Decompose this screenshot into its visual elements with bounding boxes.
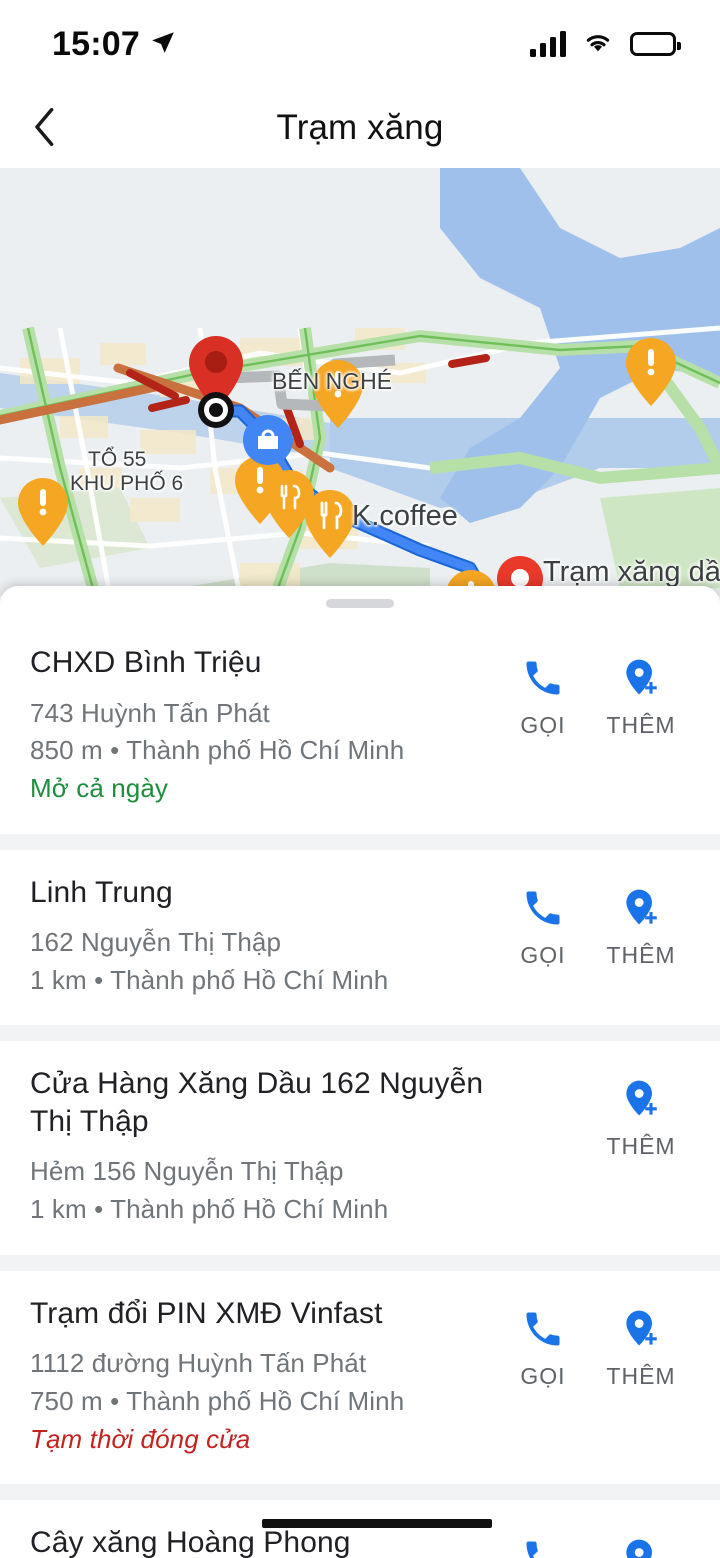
row-separator: [0, 833, 720, 850]
place-distance-city: 1 km • Thành phố Hồ Chí Minh: [30, 1194, 389, 1225]
place-info: Cửa Hàng Xăng Dầu 162 Nguyễn Thị Thập Hẻm…: [30, 1063, 494, 1228]
place-status-main: Mở cả ngày: [30, 772, 168, 803]
place-info: Linh Trung 162 Nguyễn Thị Thập 1 km • Thàn…: [30, 872, 494, 1000]
phone-icon: [521, 1307, 565, 1354]
place-info: Trạm đổi PIN XMĐ Vinfast 1112 đường Huỳnh…: [30, 1293, 494, 1459]
call-button[interactable]: GỌI: [494, 656, 592, 739]
place-address: 743 Huỳnh Tấn Phát: [30, 697, 270, 728]
place-row[interactable]: CHXD Bình Triệu 743 Huỳnh Tấn Phát 850 m •…: [0, 620, 720, 834]
place-actions: GỌI THÊM: [494, 872, 690, 969]
place-row[interactable]: Trạm đổi PIN XMĐ Vinfast 1112 đường Huỳnh…: [0, 1270, 720, 1485]
place-actions: THÊM: [494, 1063, 690, 1160]
call-button[interactable]: GỌI: [494, 1536, 592, 1558]
add-place-button[interactable]: THÊM: [592, 886, 690, 969]
phone-icon: [521, 656, 565, 703]
place-name: Cây xăng Hoàng Phong: [30, 1526, 351, 1558]
phone-icon: [521, 886, 565, 933]
row-separator: [0, 1025, 720, 1042]
place-address: 1112 đường Huỳnh Tấn Phát: [30, 1348, 367, 1379]
place-distance-city: 850 m • Thành phố Hồ Chí Minh: [30, 735, 405, 766]
add-place-button[interactable]: THÊM: [592, 1307, 690, 1390]
map-view[interactable]: BẾN NGHÉ TỔ 55 KHU PHỐ 6 K.coffee Trạm x…: [0, 168, 720, 596]
place-row[interactable]: Linh Trung 162 Nguyễn Thị Thập 1 km • Thàn…: [0, 849, 720, 1026]
add-place-button-label: THÊM: [606, 712, 676, 738]
add-place-pin-icon: [619, 1536, 663, 1558]
place-distance-city: 750 m • Thành phố Hồ Chí Minh: [30, 1386, 405, 1416]
place-results-list[interactable]: CHXD Bình Triệu 743 Huỳnh Tấn Phát 850 m •…: [0, 620, 720, 1558]
place-address: 162 Nguyễn Thị Thập: [30, 927, 282, 958]
back-button[interactable]: [14, 97, 76, 159]
place-status: Tạm thời đóng cửa: [30, 1421, 494, 1459]
add-place-button-label: THÊM: [606, 1362, 676, 1389]
page-title: Trạm xăng: [276, 108, 444, 147]
row-separator: [0, 1254, 720, 1271]
drag-handle[interactable]: [326, 598, 394, 608]
place-name: CHXD Bình Triệu: [30, 646, 262, 679]
call-button-label: GỌI: [520, 712, 566, 738]
app-header: Trạm xăng: [0, 88, 720, 168]
drag-handle-area[interactable]: [0, 586, 720, 620]
redaction-bar: [262, 1519, 492, 1528]
results-bottom-sheet[interactable]: CHXD Bình Triệu 743 Huỳnh Tấn Phát 850 m •…: [0, 586, 720, 1558]
phone-icon: [521, 1536, 565, 1558]
add-place-button-label: THÊM: [606, 941, 676, 968]
current-location-dot: [198, 392, 234, 428]
place-actions: GỌI THÊM: [494, 1293, 690, 1390]
place-name: Trạm đổi PIN XMĐ Vinfast: [30, 1296, 383, 1330]
add-place-button-label: THÊM: [606, 1133, 676, 1160]
add-place-pin-icon: [619, 886, 663, 933]
add-place-pin-icon: [619, 1077, 663, 1124]
add-place-pin-icon: [619, 1307, 663, 1354]
status-bar-time: 15:07: [52, 24, 140, 63]
chevron-left-icon: [28, 107, 62, 150]
status-bar: 15:07: [0, 0, 720, 88]
add-place-button[interactable]: THÊM: [592, 1536, 690, 1558]
add-place-pin-icon: [619, 656, 663, 703]
call-button[interactable]: GỌI: [494, 1307, 592, 1390]
app-screen: 15:07 Trạm xăng BẾN NGHÉ TỔ 55 KHU PHỐ 6…: [0, 0, 720, 1558]
place-address: Hẻm 156 Nguyễn Thị Thập: [30, 1156, 344, 1187]
place-row[interactable]: Cửa Hàng Xăng Dầu 162 Nguyễn Thị Thập Hẻm…: [0, 1041, 720, 1255]
row-separator: [0, 1484, 720, 1501]
status-bar-left: 15:07: [52, 25, 176, 64]
place-actions: GỌITHÊM: [494, 1522, 690, 1558]
cellular-signal-icon: [530, 31, 566, 57]
place-status: Mở cả ngày: [30, 770, 494, 808]
add-place-button[interactable]: THÊM: [592, 1077, 690, 1160]
place-name: Cửa Hàng Xăng Dầu 162 Nguyễn Thị Thập: [30, 1067, 484, 1138]
add-place-button[interactable]: THÊM: [592, 656, 690, 739]
map-canvas: [0, 168, 720, 596]
place-distance-city: 1 km • Thành phố Hồ Chí Minh: [30, 964, 389, 995]
battery-icon: [630, 32, 681, 56]
place-status-main: Tạm thời đóng cửa: [30, 1423, 251, 1454]
location-arrow-icon: [150, 29, 176, 60]
wifi-icon: [582, 29, 614, 60]
place-info: CHXD Bình Triệu 743 Huỳnh Tấn Phát 850 m •…: [30, 642, 494, 808]
place-actions: GỌI THÊM: [494, 642, 690, 739]
place-name: Linh Trung: [30, 875, 173, 909]
place-row[interactable]: Cây xăng Hoàng Phong611 Huỳnh Tấn Phát1,…: [0, 1500, 720, 1558]
call-button[interactable]: GỌI: [494, 886, 592, 969]
call-button-label: GỌI: [520, 941, 566, 968]
status-bar-right: [530, 29, 681, 60]
call-button-label: GỌI: [520, 1362, 566, 1389]
